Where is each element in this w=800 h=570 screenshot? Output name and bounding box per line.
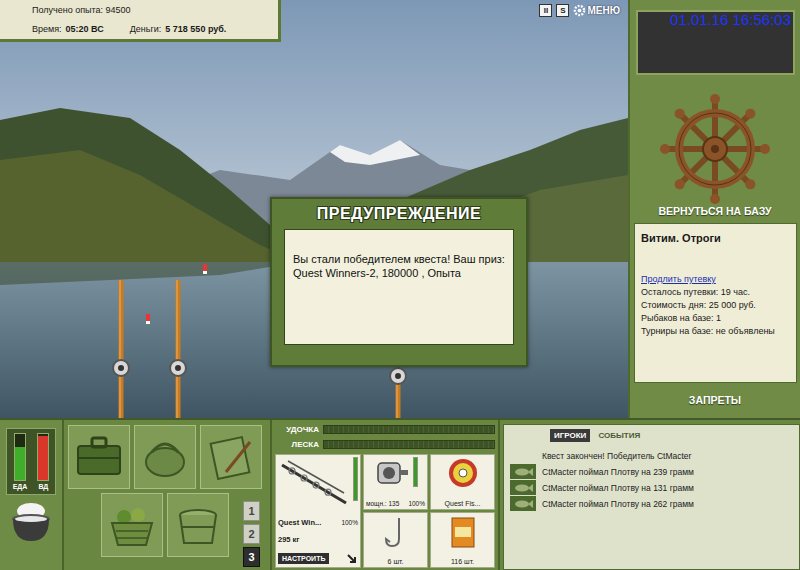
reel-condition-bar: [413, 457, 418, 487]
dialog-title: ПРЕДУПРЕЖДЕНИЕ: [284, 205, 514, 223]
experience-text: Получено опыта: 94500: [32, 5, 131, 15]
chat-message: CtMacter поймал Плотву на 131 грамм: [510, 480, 793, 495]
info-line: Стоимость дня: 25 000 руб.: [641, 300, 790, 310]
meter-track: [14, 433, 26, 481]
chat-panel: ИГРОКИ СОБЫТИЯ Квест закончен! Победитель …: [503, 424, 800, 570]
meter: ЕДА: [13, 433, 28, 490]
bait-tile[interactable]: 116 шт.: [430, 512, 495, 568]
fishing-scene[interactable]: Получено опыта: 94500 Время: 05:20 ВС Деньг…: [0, 0, 628, 418]
status-panel: Получено опыта: 94500 Время: 05:20 ВС Деньг…: [0, 0, 281, 42]
chat-tabs: ИГРОКИ СОБЫТИЯ: [504, 425, 799, 446]
notebook-icon[interactable]: [206, 434, 256, 480]
hook-tile[interactable]: 6 шт.: [363, 512, 428, 568]
rod-slots: 1 2 3: [243, 501, 260, 567]
line-tile[interactable]: Quest Fis...: [430, 454, 495, 510]
time-label: Время:: [32, 24, 62, 34]
warning-dialog: ПРЕДУПРЕЖДЕНИЕ Вы стали победителем квест…: [270, 197, 528, 367]
inventory-slot[interactable]: [68, 425, 130, 489]
toolbar-button[interactable]: II: [539, 4, 552, 17]
slot-button[interactable]: 1: [243, 501, 260, 521]
meter: ВД: [37, 433, 49, 490]
chat-message: CtMacter поймал Плотву на 262 грамм: [510, 496, 793, 511]
info-line: Рыбаков на базе: 1: [641, 313, 790, 323]
slot-button[interactable]: 2: [243, 524, 260, 544]
rod-tile[interactable]: Quest Win...100%295 кгНАСТРОИТЬ: [275, 454, 361, 568]
rod-icon[interactable]: [278, 457, 350, 509]
location-info: Витим. Отроги Продлить путевку Осталось пу…: [634, 223, 797, 383]
setup-button[interactable]: НАСТРОИТЬ: [278, 553, 329, 564]
chat-message: Квест закончен! Победитель CtMacter: [510, 448, 793, 463]
chat-tab[interactable]: ИГРОКИ: [550, 429, 590, 442]
inventory-slot[interactable]: [101, 493, 163, 557]
inventory-slot[interactable]: [200, 425, 262, 489]
side-panel: 01.01.16 16:56:03 ВЕРНУТЬСЯ НА БАЗУ Витим.…: [628, 0, 800, 418]
bait-pack-icon[interactable]: [448, 515, 478, 549]
menu-button[interactable]: МЕНЮ: [573, 4, 620, 17]
rod-condition-bar: [353, 457, 358, 501]
inventory-slot[interactable]: [134, 425, 196, 489]
tension-bar: УДОЧКА: [275, 424, 495, 435]
clock: 01.01.16 16:56:03: [670, 11, 791, 28]
hook-icon[interactable]: [381, 515, 411, 549]
money-value: 5 718 550 руб.: [165, 24, 226, 34]
reel-tile[interactable]: мощн.: 135100%: [363, 454, 428, 510]
inventory: 1 2 3: [64, 420, 272, 570]
meters-panel: ЕДА ВД: [0, 420, 64, 570]
line-spool-icon[interactable]: [446, 457, 480, 489]
meter-track: [37, 433, 49, 481]
toolbar-button[interactable]: S: [556, 4, 569, 17]
clock-box: 01.01.16 16:56:03: [636, 10, 795, 75]
extend-link[interactable]: Продлить путевку: [641, 274, 790, 284]
dialog-message: Вы стали победителем квеста! Ваш приз: Q…: [284, 229, 514, 345]
info-line: Турниры на базе: не объявлены: [641, 326, 790, 336]
time-value: 05:20 ВС: [66, 24, 104, 34]
return-button[interactable]: ВЕРНУТЬСЯ НА БАЗУ: [630, 205, 800, 219]
money-label: Деньги:: [130, 24, 162, 34]
bucket-icon[interactable]: [172, 501, 224, 549]
fish-icon: [513, 483, 533, 493]
tackle-box-icon[interactable]: [74, 434, 124, 480]
inventory-slot[interactable]: [167, 493, 229, 557]
arrow-icon[interactable]: [346, 553, 358, 565]
ship-wheel-icon[interactable]: [659, 93, 771, 205]
reel-icon[interactable]: [374, 457, 410, 489]
slot-button[interactable]: 3: [243, 547, 260, 567]
fish-icon: [513, 467, 533, 477]
chat-message: CtMacter поймал Плотву на 239 грамм: [510, 464, 793, 479]
tension-bar: ЛЕСКА: [275, 439, 495, 450]
bans-button[interactable]: ЗАПРЕТЫ: [689, 394, 741, 408]
location-name: Витим. Отроги: [641, 232, 790, 244]
gear-icon: [573, 4, 586, 17]
top-toolbar: II S МЕНЮ: [539, 4, 620, 17]
bag-icon[interactable]: [140, 434, 190, 480]
tackle-panel: УДОЧКА ЛЕСКА Quest Win...100%295 кгНАСТРОИ…: [272, 420, 500, 570]
cauldron-icon[interactable]: [6, 497, 56, 547]
chat-tab[interactable]: СОБЫТИЯ: [594, 429, 644, 442]
food-basket-icon[interactable]: [106, 501, 158, 549]
game-screen: Получено опыта: 94500 Время: 05:20 ВС Деньг…: [0, 0, 800, 570]
fish-icon: [513, 499, 533, 509]
bottom-bar: ЕДА ВД 1 2 3 УДОЧКА ЛЕСКА Quest Win...100%295 к…: [0, 418, 800, 570]
info-line: Осталось путевки: 19 час.: [641, 287, 790, 297]
message-list: Квест закончен! Победитель CtMacterCtMac…: [504, 446, 799, 513]
